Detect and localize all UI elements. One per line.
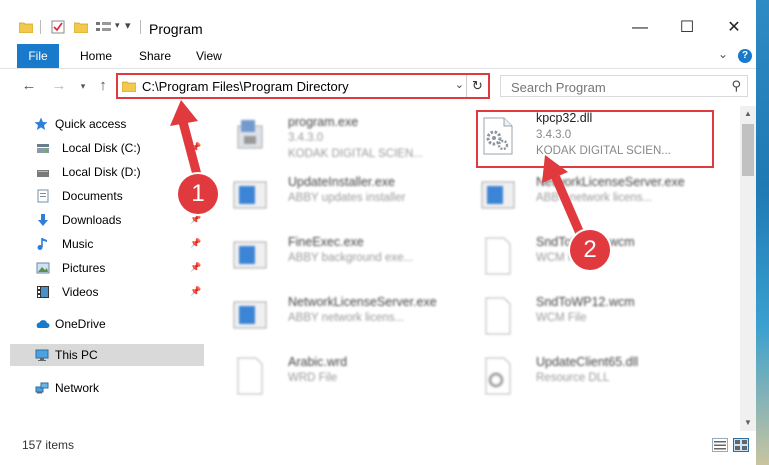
annotation-arrow-1-head (170, 100, 198, 126)
annotation-arrow-2 (551, 173, 587, 243)
callout-badge-2: 2 (570, 230, 610, 270)
annotation-arrows (170, 100, 587, 243)
callout-badge-1: 1 (178, 174, 218, 214)
